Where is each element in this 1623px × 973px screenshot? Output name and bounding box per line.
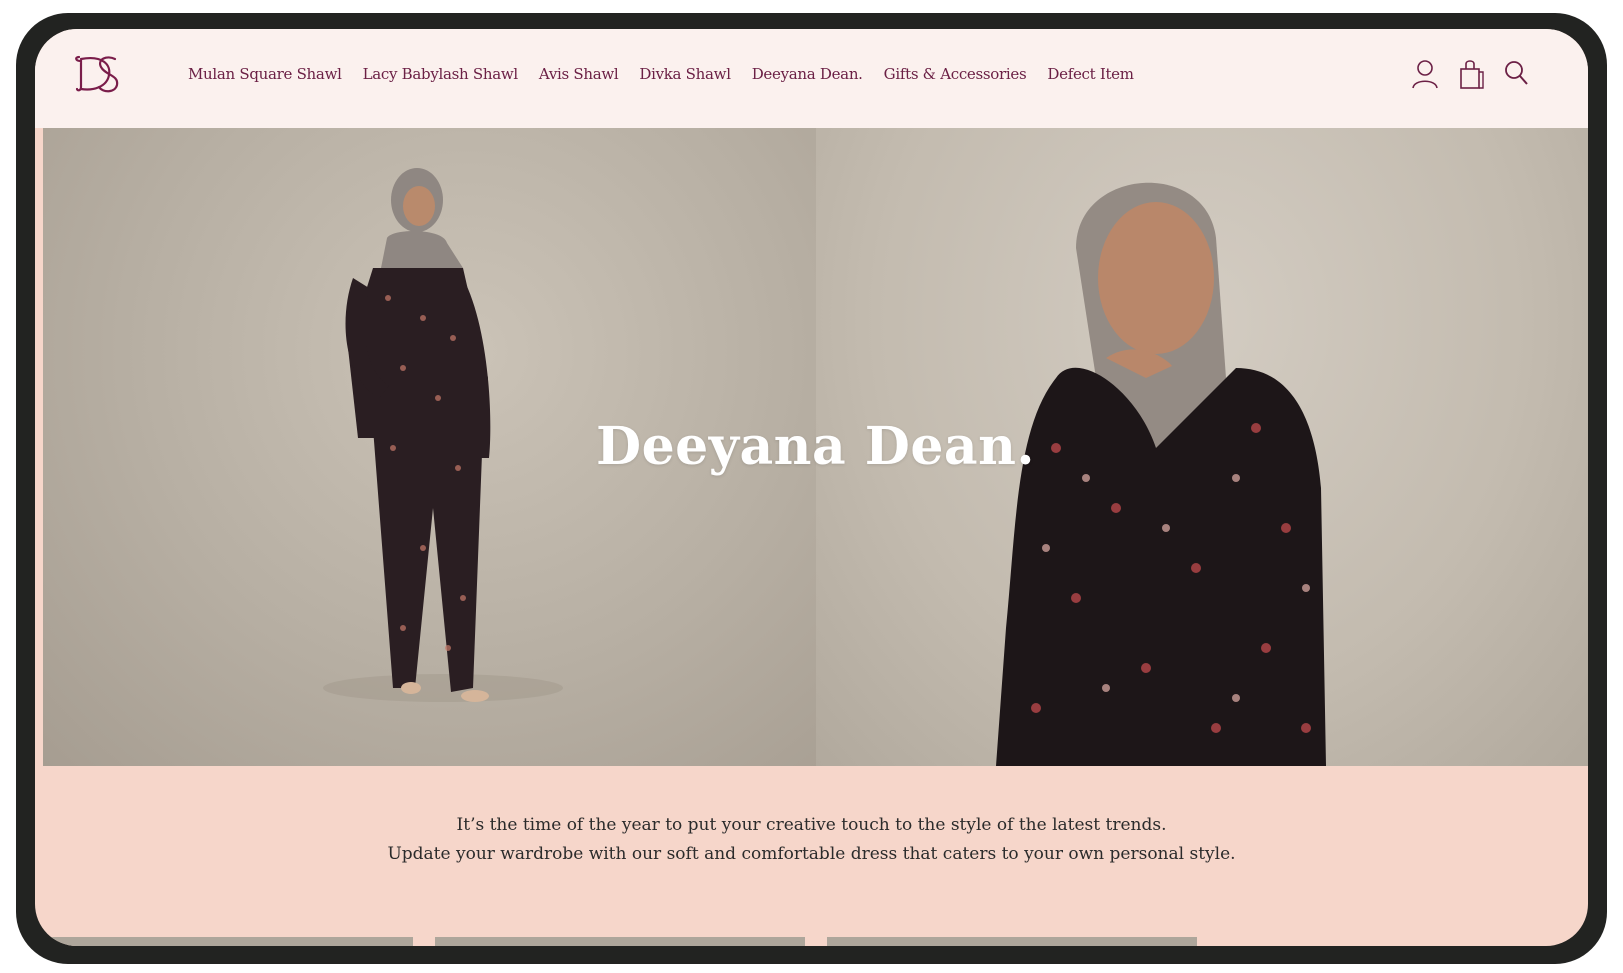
nav-item-mulan-square-shawl[interactable]: Mulan Square Shawl: [188, 65, 342, 83]
intro-line-1: It’s the time of the year to put your cr…: [456, 815, 1167, 835]
hero-banner[interactable]: Deeyana Dean.: [43, 128, 1588, 766]
search-icon[interactable]: [1501, 57, 1531, 91]
product-tile[interactable]: [827, 937, 1197, 946]
shopping-bag-icon[interactable]: [1456, 57, 1486, 91]
site-header: Mulan Square Shawl Lacy Babylash Shawl A…: [35, 29, 1588, 128]
nav-item-deeyana-dean[interactable]: Deeyana Dean.: [752, 65, 863, 83]
nav-item-lacy-babylash-shawl[interactable]: Lacy Babylash Shawl: [363, 65, 519, 83]
nav-item-defect-item[interactable]: Defect Item: [1047, 65, 1134, 83]
browser-viewport: Mulan Square Shawl Lacy Babylash Shawl A…: [35, 29, 1588, 946]
product-tile[interactable]: [43, 937, 413, 946]
nav-item-gifts-accessories[interactable]: Gifts & Accessories: [884, 65, 1027, 83]
nav-item-avis-shawl[interactable]: Avis Shawl: [539, 65, 619, 83]
intro-text: It’s the time of the year to put your cr…: [35, 811, 1588, 869]
main-nav: Mulan Square Shawl Lacy Babylash Shawl A…: [188, 65, 1155, 83]
hero-title: Deeyana Dean.: [595, 416, 1036, 477]
brand-logo[interactable]: [73, 51, 123, 97]
account-icon[interactable]: [1410, 57, 1440, 91]
product-tile[interactable]: [435, 937, 805, 946]
nav-item-divka-shawl[interactable]: Divka Shawl: [639, 65, 731, 83]
intro-line-2: Update your wardrobe with our soft and c…: [387, 844, 1236, 864]
